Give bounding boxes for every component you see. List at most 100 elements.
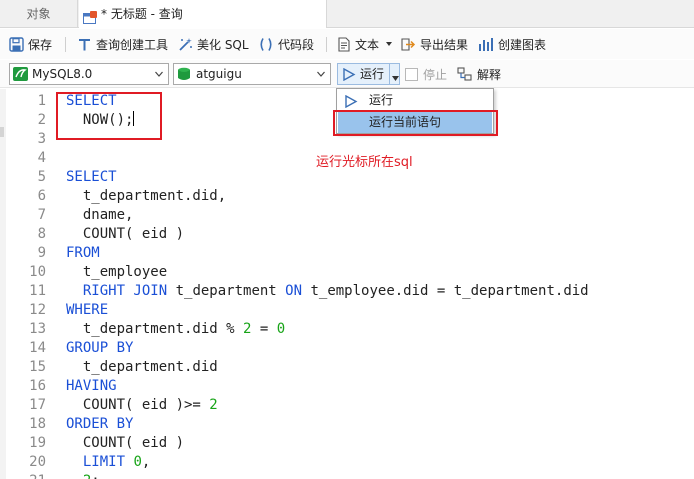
server-select-value: MySQL8.0 — [32, 67, 93, 81]
sql-keyword-token: SELECT — [66, 169, 117, 185]
sql-keyword-token: GROUP BY — [66, 340, 134, 356]
sql-keyword-token: FROM — [66, 245, 100, 261]
code-line[interactable]: 7 dname, — [0, 206, 694, 225]
code-line[interactable]: 5 SELECT — [0, 168, 694, 187]
code-text: HAVING — [66, 377, 117, 396]
line-number: 6 — [37, 188, 46, 204]
sql-plain-token — [66, 473, 83, 479]
export-icon — [401, 37, 416, 51]
document-icon — [338, 36, 350, 52]
code-line[interactable]: 11 RIGHT JOIN t_department ON t_employee… — [0, 282, 694, 301]
create-chart-button[interactable]: 创建图表 — [478, 29, 546, 59]
code-line[interactable]: 16 HAVING — [0, 377, 694, 396]
sql-plain-token: t_department.did % — [66, 321, 244, 337]
line-number: 11 — [29, 283, 46, 299]
code-line[interactable]: 14 GROUP BY — [0, 339, 694, 358]
sql-plain-token: t_department.did, — [66, 188, 227, 204]
code-text: GROUP BY — [66, 339, 133, 358]
sql-plain-token: ; — [91, 473, 99, 479]
code-text: WHERE — [66, 301, 108, 320]
toolbar: 保存 查询创建工具 美化 SQL 代码段 文本 导出结果 创建图表 — [0, 29, 694, 59]
code-line[interactable]: 8 COUNT( eid ) — [0, 225, 694, 244]
stop-button[interactable]: 停止 — [405, 63, 447, 85]
sql-keyword-token: LIMIT — [66, 454, 134, 470]
line-number: 21 — [10, 472, 46, 479]
line-number: 10 — [29, 264, 46, 280]
toolbar-divider — [326, 37, 327, 52]
explain-icon — [457, 66, 472, 81]
code-text: COUNT( eid ) — [66, 225, 184, 244]
export-result-button[interactable]: 导出结果 — [400, 29, 468, 59]
sql-plain-token: COUNT( eid )>= — [66, 397, 210, 413]
code-snippet-label: 代码段 — [278, 37, 315, 52]
stop-label: 停止 — [423, 67, 448, 82]
code-text: dname, — [66, 206, 134, 225]
code-line[interactable]: 15 t_department.did — [0, 358, 694, 377]
code-snippet-icon — [260, 37, 272, 51]
tab-query-label: * 无标题 - 查询 — [101, 7, 183, 21]
line-number: 1 — [37, 93, 46, 109]
explain-button[interactable]: 解释 — [457, 63, 501, 85]
menu-item-run-label: 运行 — [369, 93, 394, 107]
code-line[interactable]: 9 FROM — [0, 244, 694, 263]
sql-plain-token: dname, — [66, 207, 134, 223]
code-line[interactable]: 18 ORDER BY — [0, 415, 694, 434]
beautify-sql-button[interactable]: 美化 SQL — [178, 29, 249, 59]
line-number: 20 — [29, 454, 46, 470]
code-line[interactable]: 21 2; — [0, 472, 694, 479]
menu-item-highlight — [333, 110, 498, 136]
caret-down-icon — [386, 42, 393, 46]
sql-plain-token: t_employee.did = t_department.did — [302, 283, 589, 299]
current-statement-highlight — [56, 92, 162, 140]
sql-plain-token: COUNT( eid ) — [66, 435, 185, 451]
line-number: 12 — [29, 302, 46, 318]
code-line[interactable]: 19 COUNT( eid ) — [0, 434, 694, 453]
code-line[interactable]: 12 WHERE — [0, 301, 694, 320]
sql-plain-token: = — [251, 321, 277, 337]
code-text: 2; — [66, 472, 100, 479]
sql-plain-token: COUNT( eid ) — [66, 226, 185, 242]
sql-keyword-token: HAVING — [66, 378, 117, 394]
sql-number-token: 0 — [133, 454, 142, 470]
line-number: 18 — [29, 416, 46, 432]
sql-plain-token: t_department.did — [66, 359, 218, 375]
sql-number-token: 2 — [209, 397, 218, 413]
line-number: 19 — [29, 435, 46, 451]
code-line[interactable]: 17 COUNT( eid )>= 2 — [0, 396, 694, 415]
code-line[interactable]: 6 t_department.did, — [0, 187, 694, 206]
code-line[interactable]: 20 LIMIT 0, — [0, 453, 694, 472]
line-number: 4 — [37, 150, 46, 166]
server-select[interactable]: MySQL8.0 — [9, 63, 169, 85]
run-label: 运行 — [360, 67, 385, 81]
query-builder-label: 查询创建工具 — [96, 37, 169, 52]
save-icon — [9, 36, 24, 52]
save-button[interactable]: 保存 — [9, 29, 52, 59]
mysql-connection-icon — [13, 67, 28, 84]
sql-editor[interactable]: 1 SELECT 2 NOW(); 3 4 5 SELECT 6 t_department.d… — [0, 89, 694, 479]
tab-query[interactable]: * 无标题 - 查询 — [79, 0, 327, 28]
query-builder-button[interactable]: 查询创建工具 — [77, 29, 168, 59]
tab-objects[interactable]: 对象 — [0, 0, 78, 28]
chart-icon — [479, 37, 493, 51]
line-number: 14 — [29, 340, 46, 356]
save-label: 保存 — [28, 37, 53, 52]
create-chart-label: 创建图表 — [498, 37, 547, 52]
database-select-value: atguigu — [196, 67, 242, 81]
play-icon — [342, 67, 356, 84]
text-button[interactable]: 文本 — [337, 29, 399, 59]
run-button[interactable]: 运行 — [337, 63, 400, 85]
database-select[interactable]: atguigu — [173, 63, 331, 85]
code-text: SELECT — [66, 168, 117, 187]
code-line[interactable]: 10 t_employee — [0, 263, 694, 282]
menu-item-run[interactable]: 运行 — [338, 90, 492, 111]
sql-plain-token: , — [141, 454, 151, 470]
run-dropdown-arrow-icon[interactable] — [392, 71, 399, 85]
explain-label: 解释 — [477, 67, 502, 82]
chevron-down-icon — [154, 67, 164, 84]
code-line[interactable]: 13 t_department.did % 2 = 0 — [0, 320, 694, 339]
annotation-text: 运行光标所在sql — [316, 155, 413, 170]
line-number: 9 — [37, 245, 46, 261]
code-snippet-button[interactable]: 代码段 — [258, 29, 314, 59]
code-text: t_department.did % 2 = 0 — [66, 320, 285, 339]
line-number: 7 — [37, 207, 46, 223]
